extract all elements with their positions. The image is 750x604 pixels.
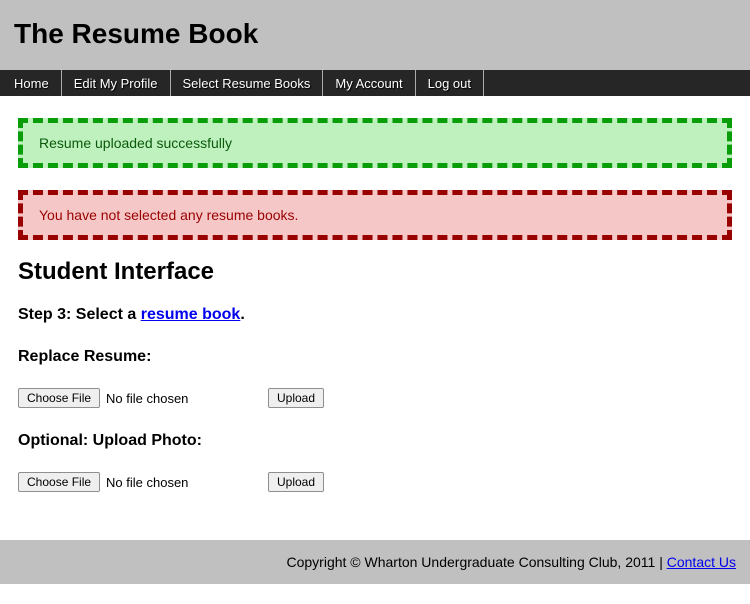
step-suffix: .	[240, 306, 244, 323]
footer: Copyright © Wharton Undergraduate Consul…	[0, 540, 750, 584]
nav-log-out[interactable]: Log out	[416, 70, 484, 96]
choose-file-photo-button[interactable]: Choose File	[18, 472, 100, 492]
step-line: Step 3: Select a resume book.	[18, 306, 732, 324]
photo-file-row: Choose File No file chosen Upload	[18, 472, 732, 492]
photo-file-control: Choose File No file chosen	[18, 472, 268, 492]
navbar: Home Edit My Profile Select Resume Books…	[0, 70, 750, 96]
header: The Resume Book	[0, 0, 750, 70]
site-title: The Resume Book	[14, 18, 736, 50]
step-prefix: Step 3: Select a	[18, 306, 141, 323]
nav-my-account[interactable]: My Account	[323, 70, 415, 96]
resume-file-status: No file chosen	[106, 391, 188, 406]
error-text: You have not selected any resume books.	[39, 207, 298, 223]
nav-home[interactable]: Home	[0, 70, 62, 96]
resume-book-link[interactable]: resume book	[141, 306, 241, 323]
page-title: Student Interface	[18, 258, 732, 286]
photo-file-status: No file chosen	[106, 475, 188, 490]
upload-photo-label: Optional: Upload Photo:	[18, 432, 732, 450]
footer-text: Copyright © Wharton Undergraduate Consul…	[287, 554, 667, 570]
upload-resume-button[interactable]: Upload	[268, 388, 324, 408]
nav-select-resume-books[interactable]: Select Resume Books	[171, 70, 324, 96]
replace-resume-label: Replace Resume:	[18, 348, 732, 366]
upload-photo-button[interactable]: Upload	[268, 472, 324, 492]
choose-file-resume-button[interactable]: Choose File	[18, 388, 100, 408]
resume-file-row: Choose File No file chosen Upload	[18, 388, 732, 408]
contact-us-link[interactable]: Contact Us	[667, 554, 736, 570]
success-message: Resume uploaded successfully	[18, 118, 732, 168]
resume-file-control: Choose File No file chosen	[18, 388, 268, 408]
success-text: Resume uploaded successfully	[39, 135, 232, 151]
main-content: Resume uploaded successfully You have no…	[0, 118, 750, 512]
nav-edit-profile[interactable]: Edit My Profile	[62, 70, 171, 96]
error-message: You have not selected any resume books.	[18, 190, 732, 240]
